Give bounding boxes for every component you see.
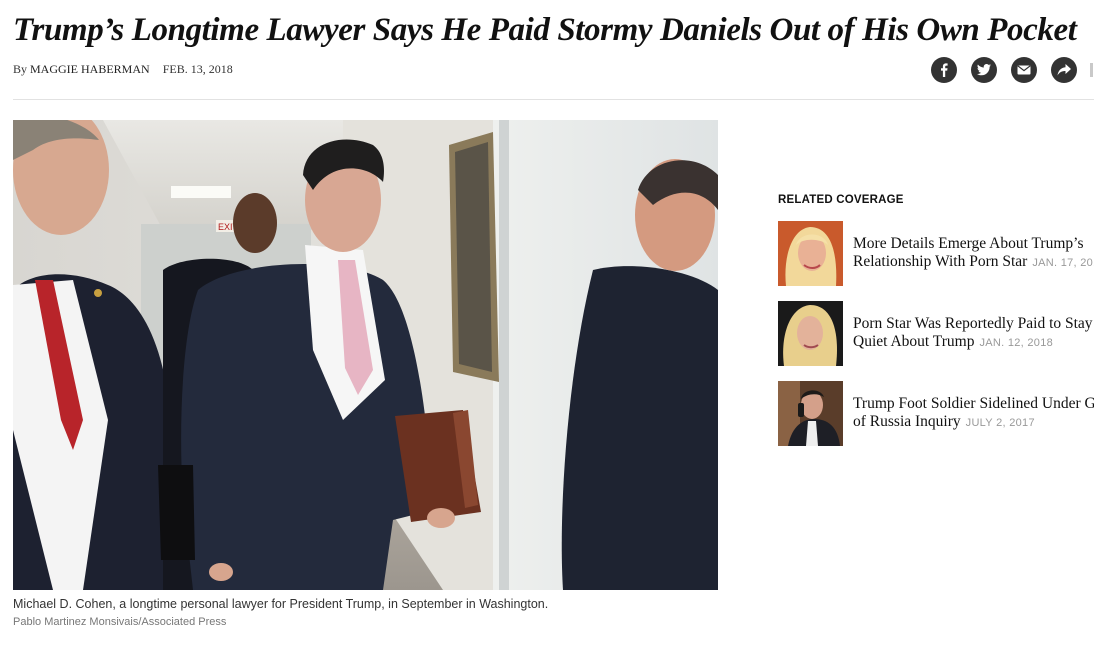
related-date: JAN. 12, 2018 — [979, 337, 1054, 349]
related-item[interactable]: Porn Star Was Reportedly Paid to Stay Qu… — [778, 301, 1094, 367]
byline: By MAGGIE HABERMAN FEB. 13, 2018 — [13, 62, 233, 77]
email-share-button[interactable] — [1011, 57, 1037, 83]
photo-caption: Michael D. Cohen, a longtime personal la… — [13, 597, 549, 611]
lead-photo: EXIT — [13, 120, 718, 590]
twitter-share-button[interactable] — [971, 57, 997, 83]
headline: Trump’s Longtime Lawyer Says He Paid Sto… — [13, 12, 1077, 48]
share-more-edge — [1090, 63, 1093, 77]
related-thumbnail[interactable] — [778, 381, 843, 446]
email-icon — [1017, 65, 1031, 75]
byline-prefix: By — [13, 62, 28, 76]
related-thumbnail[interactable] — [778, 301, 843, 366]
twitter-icon — [977, 64, 991, 76]
facebook-icon — [941, 63, 948, 77]
related-headline[interactable]: Trump Foot Soldier Sidelined Under Glare… — [853, 395, 1094, 432]
share-tools — [931, 57, 1077, 83]
share-arrow-icon — [1057, 64, 1071, 76]
photo-credit: Pablo Martinez Monsivais/Associated Pres… — [13, 616, 227, 628]
related-date: JAN. 17, 2018 — [1032, 257, 1094, 269]
header-divider — [13, 99, 1094, 100]
author-link[interactable]: MAGGIE HABERMAN — [30, 62, 150, 76]
more-share-button[interactable] — [1051, 57, 1077, 83]
related-item[interactable]: More Details Emerge About Trump’s Relati… — [778, 221, 1094, 287]
related-thumbnail[interactable] — [778, 221, 843, 286]
related-date: JULY 2, 2017 — [965, 417, 1035, 429]
related-item[interactable]: Trump Foot Soldier Sidelined Under Glare… — [778, 381, 1094, 447]
publish-date: FEB. 13, 2018 — [162, 62, 233, 76]
lead-photo-image: EXIT — [13, 120, 718, 590]
related-coverage-label: RELATED COVERAGE — [778, 194, 904, 206]
related-headline[interactable]: More Details Emerge About Trump’s Relati… — [853, 235, 1094, 272]
related-headline[interactable]: Porn Star Was Reportedly Paid to Stay Qu… — [853, 315, 1094, 352]
facebook-share-button[interactable] — [931, 57, 957, 83]
